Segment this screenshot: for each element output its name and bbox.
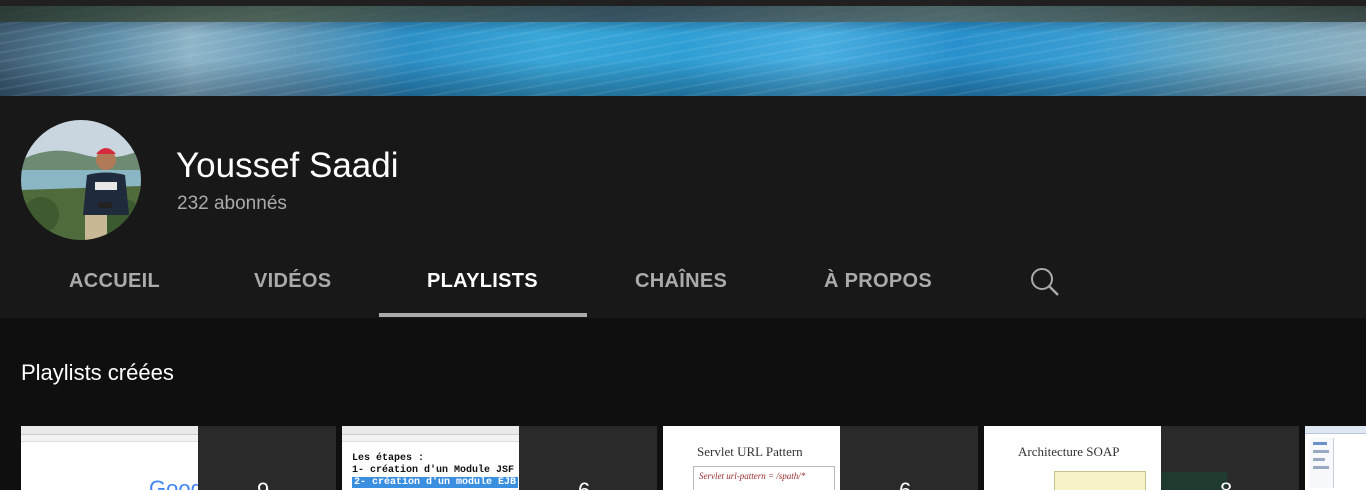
thumbnail-line: Servlet url-pattern = /spath/* <box>699 471 806 481</box>
playlist-video-count: 6 <box>578 478 590 490</box>
section-title: Playlists créées <box>21 360 174 385</box>
channel-banner <box>0 6 1366 96</box>
channel-name: Youssef Saadi <box>176 146 399 185</box>
thumbnail-line: Les étapes : <box>352 453 425 464</box>
thumbnail-title: Servlet URL Pattern <box>697 444 803 459</box>
tab-videos[interactable]: VIDÉOS <box>254 270 331 293</box>
subscriber-count: 232 abonnés <box>177 193 287 214</box>
active-tab-indicator <box>379 313 587 317</box>
playlist-video-count: 8 <box>1220 478 1232 490</box>
playlist-thumbnail <box>1305 426 1366 490</box>
thumbnail-text: Google <box>149 476 198 490</box>
thumbnail-title: Architecture SOAP <box>1018 444 1120 459</box>
playlist-card[interactable]: Servlet URL Pattern Servlet url-pattern … <box>663 426 978 490</box>
channel-header: Youssef Saadi 232 abonnés ACCUEIL VIDÉOS… <box>0 96 1366 318</box>
playlists-row: Google 9 Les étapes : 1- création d'un M… <box>0 426 1366 490</box>
playlist-card[interactable] <box>1305 426 1366 490</box>
playlist-thumbnail: Les étapes : 1- création d'un Module JSF… <box>342 426 519 490</box>
playlist-video-count: 6 <box>899 478 911 490</box>
channel-tabs: ACCUEIL VIDÉOS PLAYLISTS CHAÎNES À PROPO… <box>0 256 1366 318</box>
playlist-card[interactable]: Les étapes : 1- création d'un Module JSF… <box>342 426 657 490</box>
playlist-card[interactable]: Google 9 <box>21 426 336 490</box>
channel-search-button[interactable] <box>1029 266 1061 298</box>
tab-a-propos[interactable]: À PROPOS <box>824 270 932 293</box>
tab-accueil[interactable]: ACCUEIL <box>69 270 160 293</box>
playlist-thumbnail: Architecture SOAP <box>984 426 1161 490</box>
playlist-card[interactable]: Architecture SOAP 8 <box>984 426 1299 490</box>
playlist-thumbnail: Servlet URL Pattern Servlet url-pattern … <box>663 426 840 490</box>
search-icon <box>1031 268 1059 296</box>
playlist-thumbnail: Google <box>21 426 198 490</box>
channel-avatar[interactable] <box>21 120 141 240</box>
thumbnail-line: 2- création d'un module EJB <box>352 477 519 488</box>
playlist-video-count: 9 <box>257 478 269 490</box>
thumbnail-line: 1- création d'un Module JSF <box>352 465 515 476</box>
avatar-image <box>21 120 141 240</box>
tab-chaines[interactable]: CHAÎNES <box>635 270 727 293</box>
tab-playlists[interactable]: PLAYLISTS <box>427 270 538 293</box>
